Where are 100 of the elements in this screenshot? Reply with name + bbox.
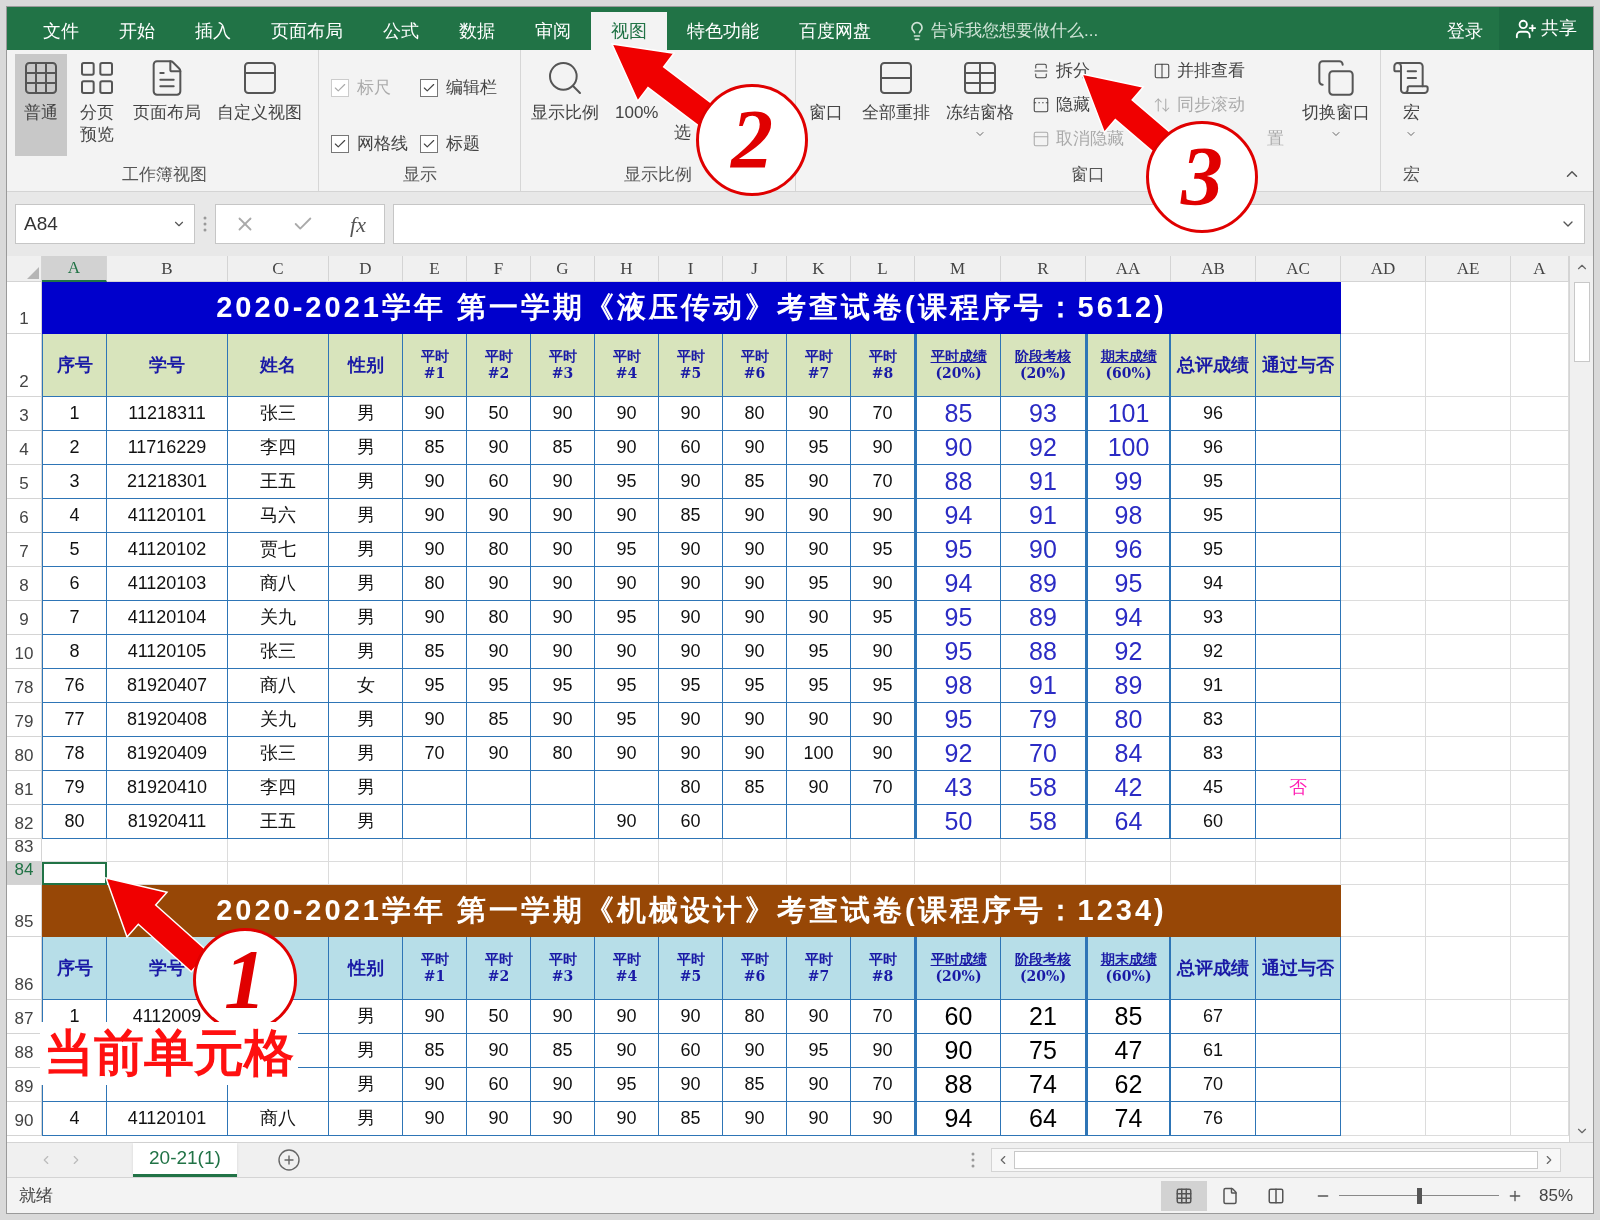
row-header[interactable]: 8 <box>7 567 42 601</box>
row-header[interactable]: 2 <box>7 334 42 397</box>
row-header[interactable]: 7 <box>7 533 42 567</box>
menu-tab[interactable]: 审阅 <box>515 12 591 50</box>
share-button[interactable]: 共享 <box>1499 7 1593 50</box>
column-header[interactable]: M <box>915 256 1001 282</box>
table-cell: 94 <box>1171 567 1256 601</box>
column-heading: 期末成绩 (60%) <box>1086 937 1171 1000</box>
ribbon-button[interactable]: 100% <box>615 102 659 124</box>
scroll-thumb[interactable] <box>1014 1151 1538 1169</box>
ribbon-button[interactable]: 选 <box>674 122 692 144</box>
panel-icon <box>1032 130 1050 148</box>
active-cell[interactable] <box>42 862 107 885</box>
menu-tab[interactable]: 百度网盘 <box>779 12 891 50</box>
row-header[interactable]: 90 <box>7 1102 42 1136</box>
ribbon-button[interactable]: 页面布局 <box>127 54 207 156</box>
table-cell: 70 <box>1001 737 1086 771</box>
table-cell: 关九 <box>228 703 329 737</box>
insert-function-button[interactable]: fx <box>350 207 366 241</box>
vertical-scrollbar[interactable] <box>1569 256 1593 1142</box>
ribbon-button[interactable]: 宏 <box>1385 54 1437 156</box>
ribbon-button[interactable]: 切换窗口 <box>1296 54 1376 156</box>
column-header[interactable]: AC <box>1256 256 1341 282</box>
column-header[interactable]: G <box>531 256 595 282</box>
checkbox[interactable]: 标题 <box>420 125 497 162</box>
table-cell: 85 <box>1086 1000 1171 1034</box>
column-header[interactable]: H <box>595 256 659 282</box>
ribbon-button[interactable]: 分页预览 <box>71 54 123 156</box>
menu-tab[interactable]: 页面布局 <box>251 12 363 50</box>
table-cell: 3 <box>42 465 107 499</box>
name-box[interactable]: A84 <box>15 204 195 244</box>
row-header[interactable]: 80 <box>7 737 42 771</box>
row-header[interactable]: 1 <box>7 282 42 334</box>
ribbon-button[interactable]: 全部重排 <box>856 54 936 156</box>
view-button[interactable] <box>1160 1180 1207 1211</box>
column-header[interactable]: C <box>228 256 329 282</box>
row-header[interactable]: 6 <box>7 499 42 533</box>
ribbon-button[interactable]: 普通 <box>15 54 67 156</box>
row-header[interactable]: 3 <box>7 397 42 431</box>
row-header[interactable]: 78 <box>7 669 42 703</box>
row-header[interactable]: 81 <box>7 771 42 805</box>
table-cell: 90 <box>787 703 851 737</box>
column-heading: 平时 #7 <box>787 334 851 397</box>
menu-tab[interactable]: 文件 <box>23 12 99 50</box>
row-header[interactable]: 79 <box>7 703 42 737</box>
ribbon-button[interactable]: 自定义视图 <box>211 54 308 156</box>
column-header[interactable]: AE <box>1426 256 1511 282</box>
row-header[interactable]: 83 <box>7 839 42 862</box>
row-header[interactable]: 82 <box>7 805 42 839</box>
ribbon-button[interactable]: 并排查看 <box>1153 58 1246 84</box>
column-header[interactable]: R <box>1001 256 1086 282</box>
column-header[interactable]: A <box>1511 256 1569 282</box>
column-header[interactable]: K <box>787 256 851 282</box>
row-header[interactable]: 9 <box>7 601 42 635</box>
zoom-slider[interactable] <box>1338 1187 1499 1204</box>
menu-tab[interactable]: 视图 <box>591 12 667 50</box>
table-cell: 83 <box>1171 703 1256 737</box>
scroll-thumb[interactable] <box>1573 282 1590 362</box>
table-cell: 62 <box>1086 1068 1171 1102</box>
column-header[interactable]: A <box>42 256 107 282</box>
row-header[interactable]: 10 <box>7 635 42 669</box>
table-cell: 90 <box>531 499 595 533</box>
row-header[interactable]: 87 <box>7 1000 42 1034</box>
column-header[interactable]: L <box>851 256 915 282</box>
add-sheet-icon[interactable] <box>276 1148 301 1172</box>
row-header[interactable]: 85 <box>7 885 42 937</box>
column-header[interactable]: F <box>467 256 531 282</box>
menu-tab[interactable]: 特色功能 <box>667 12 779 50</box>
menu-tab[interactable]: 插入 <box>175 12 251 50</box>
column-header[interactable]: AD <box>1341 256 1426 282</box>
sheet-tab[interactable]: 20-21(1) <box>133 1143 237 1177</box>
table-cell: 88 <box>915 465 1001 499</box>
table-cell: 90 <box>531 397 595 431</box>
checkbox[interactable]: 网格线 <box>331 125 408 162</box>
table-cell: 76 <box>1171 1102 1256 1136</box>
table-cell: 94 <box>915 499 1001 533</box>
table-cell: 79 <box>1001 703 1086 737</box>
column-header[interactable]: E <box>403 256 467 282</box>
checkbox[interactable]: 编辑栏 <box>420 70 497 106</box>
column-header[interactable]: I <box>659 256 723 282</box>
ribbon-button[interactable]: 窗口 <box>809 102 843 124</box>
menu-tab[interactable]: 开始 <box>99 12 175 50</box>
column-header[interactable]: AA <box>1086 256 1171 282</box>
menu-tab[interactable]: 数据 <box>439 12 515 50</box>
formula-field[interactable] <box>393 204 1585 244</box>
horizontal-scrollbar[interactable] <box>991 1148 1561 1172</box>
row-header[interactable]: 4 <box>7 431 42 465</box>
ribbon-button[interactable]: 隐藏 <box>1032 92 1090 118</box>
row-header[interactable]: 5 <box>7 465 42 499</box>
ribbon-button[interactable]: 冻结窗格 <box>940 54 1020 156</box>
menu-tab[interactable]: 公式 <box>363 12 439 50</box>
column-header[interactable]: AB <box>1171 256 1256 282</box>
sign-in-link[interactable]: 登录 <box>1431 12 1499 50</box>
column-header[interactable]: J <box>723 256 787 282</box>
tell-me-field[interactable]: 告诉我您想要做什么... <box>931 18 1191 44</box>
row-header[interactable]: 84 <box>7 862 42 885</box>
ribbon-button[interactable]: 显示比例 <box>525 54 605 156</box>
column-header[interactable]: D <box>329 256 403 282</box>
column-header[interactable]: B <box>107 256 228 282</box>
row-header[interactable]: 86 <box>7 937 42 1000</box>
